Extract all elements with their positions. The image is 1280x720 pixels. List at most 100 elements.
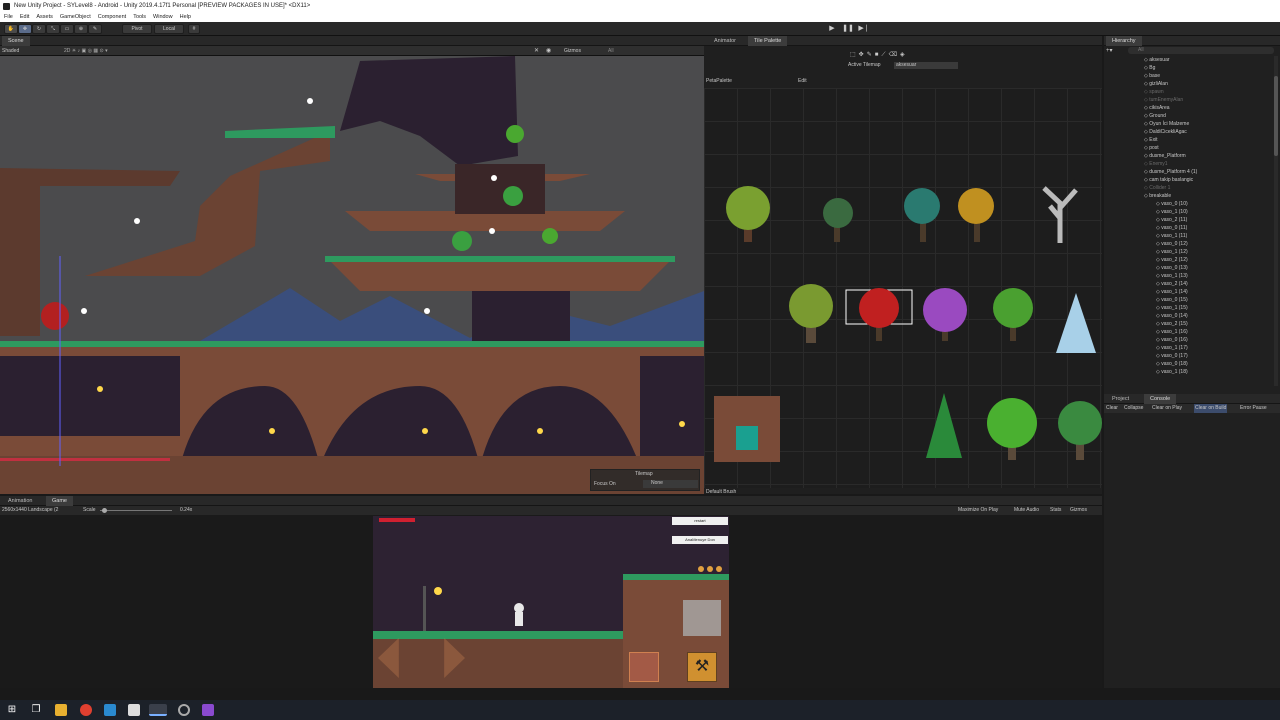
tree-tile[interactable] xyxy=(789,284,833,343)
hierarchy-row[interactable]: ◇ vaso_1 (10) xyxy=(1104,208,1188,216)
restart-button[interactable]: restart xyxy=(672,517,728,525)
tab-project[interactable]: Project xyxy=(1106,394,1135,404)
hierarchy-row[interactable]: ◇ vaso_1 (11) xyxy=(1104,232,1187,240)
hierarchy-row[interactable]: ◇ Collider 1 xyxy=(1104,184,1170,192)
gizmos-dropdown[interactable]: Gizmos xyxy=(564,48,581,54)
tree-tile[interactable] xyxy=(923,288,967,341)
hierarchy-row[interactable]: ◇ DaldiCicekliAgac xyxy=(1104,128,1187,136)
hierarchy-row[interactable]: ◇ Exit xyxy=(1104,136,1158,144)
select-tool-icon[interactable]: ⬚ xyxy=(850,52,859,58)
hierarchy-row[interactable]: ◇ vaso_1 (12) xyxy=(1104,248,1188,256)
hierarchy-row[interactable]: ◇ dusme_Platform xyxy=(1104,152,1186,160)
menu-window[interactable]: Window xyxy=(153,13,173,22)
hierarchy-row[interactable]: ◇ aksesuar xyxy=(1104,56,1170,64)
main-menu-button[interactable]: AnaMenuye Don xyxy=(672,536,728,544)
tree-tile[interactable] xyxy=(904,188,940,242)
menu-tools[interactable]: Tools xyxy=(133,13,146,22)
hierarchy-row[interactable]: ◇ vaso_2 (14) xyxy=(1104,280,1188,288)
rect-tool-icon[interactable]: ▭ xyxy=(60,24,74,34)
tree-tile[interactable] xyxy=(1058,401,1102,460)
jump-button[interactable]: ⚒ xyxy=(687,652,717,682)
menu-help[interactable]: Help xyxy=(180,13,191,22)
scale-tool-icon[interactable]: ⤡ xyxy=(46,24,60,34)
hierarchy-scrollbar[interactable] xyxy=(1274,56,1278,386)
tab-scene[interactable]: Scene xyxy=(2,36,30,46)
fill-icon[interactable]: ◈ xyxy=(900,52,908,58)
task-view-icon[interactable]: ❐ xyxy=(30,704,42,716)
pause-icon[interactable]: ❚❚ xyxy=(841,24,855,34)
tab-console[interactable]: Console xyxy=(1144,394,1177,404)
tree-tile[interactable] xyxy=(987,398,1037,460)
hierarchy-row[interactable]: ◇ vaso_1 (13) xyxy=(1104,272,1188,280)
grid-snap-icon[interactable]: # xyxy=(188,24,200,34)
tab-game[interactable]: Game xyxy=(46,496,73,506)
active-tilemap-dropdown[interactable]: aksesuar xyxy=(894,62,958,69)
focus-on-dropdown[interactable]: None xyxy=(643,480,698,488)
file-explorer-icon[interactable] xyxy=(55,704,67,716)
brush-icon[interactable]: ✎ xyxy=(867,52,875,58)
transform-tool-icon[interactable]: ⊕ xyxy=(74,24,88,34)
hierarchy-row[interactable]: ◇ vaso_0 (18) xyxy=(1104,360,1188,368)
mute-audio-toggle[interactable]: Mute Audio xyxy=(1014,506,1039,515)
hierarchy-search[interactable]: All xyxy=(1128,47,1274,54)
tree-tile[interactable] xyxy=(859,288,899,341)
hierarchy-row[interactable]: ◇ spawn xyxy=(1104,88,1164,96)
hierarchy-row[interactable]: ◇ vaso_0 (13) xyxy=(1104,264,1188,272)
visual-studio-icon[interactable] xyxy=(202,704,214,716)
pivot-toggle[interactable]: Pivot xyxy=(122,24,152,34)
hierarchy-row[interactable]: ◇ breakable xyxy=(1104,192,1171,200)
2d-toggle[interactable]: 2D ☀ ♪ ▣ ◎ ▦ ⊙ ▾ xyxy=(64,48,108,54)
hierarchy-row[interactable]: ◇ Enemy1 xyxy=(1104,160,1168,168)
hierarchy-row[interactable]: ◇ post xyxy=(1104,144,1159,152)
tree-tile[interactable] xyxy=(823,198,853,242)
tree-tile[interactable] xyxy=(1042,186,1078,243)
tools-icon[interactable]: ✕ xyxy=(534,47,539,54)
console-collapse-button[interactable]: Collapse xyxy=(1124,404,1143,413)
shading-mode-dropdown[interactable]: Shaded xyxy=(2,48,19,54)
console-error-pause-button[interactable]: Error Pause xyxy=(1240,404,1267,413)
game-gizmos-dropdown[interactable]: Gizmos xyxy=(1070,506,1087,515)
menu-gameobject[interactable]: GameObject xyxy=(60,13,91,22)
step-icon[interactable]: ▶❘ xyxy=(857,24,871,34)
tree-tile[interactable] xyxy=(993,288,1033,341)
hierarchy-row[interactable]: ◇ vaso_2 (12) xyxy=(1104,256,1188,264)
hierarchy-row[interactable]: ◇ Oyun İci Malzeme xyxy=(1104,120,1189,128)
hierarchy-row[interactable]: ◇ vaso_0 (17) xyxy=(1104,352,1188,360)
scale-slider-thumb[interactable] xyxy=(102,508,107,513)
tab-animation[interactable]: Animation xyxy=(2,496,38,506)
hierarchy-row[interactable]: ◇ base xyxy=(1104,72,1160,80)
palette-name-dropdown[interactable]: PetaPalette xyxy=(706,78,732,84)
chrome-icon[interactable] xyxy=(80,704,92,716)
move-tool-icon[interactable]: ✥ xyxy=(18,24,32,34)
menu-edit[interactable]: Edit xyxy=(20,13,29,22)
tree-tile[interactable] xyxy=(958,188,994,242)
hierarchy-row[interactable]: ◇ dusme_Platform 4 (1) xyxy=(1104,168,1197,176)
stats-toggle[interactable]: Stats xyxy=(1050,506,1061,515)
create-icon[interactable]: +▾ xyxy=(1106,47,1113,54)
tree-tile[interactable] xyxy=(726,186,770,242)
resolution-dropdown[interactable]: 2560x1440 Landscape (2 xyxy=(2,506,58,515)
maximize-on-play-toggle[interactable]: Maximize On Play xyxy=(958,506,998,515)
custom-tool-icon[interactable]: ✎ xyxy=(88,24,102,34)
move-tile-icon[interactable]: ✥ xyxy=(859,52,867,58)
hierarchy-row[interactable]: ◇ vaso_1 (14) xyxy=(1104,288,1188,296)
tree-tile[interactable] xyxy=(1056,293,1096,353)
console-clear-on-build-button[interactable]: Clear on Build xyxy=(1194,404,1228,413)
hierarchy-row[interactable]: ◇ vaso_0 (15) xyxy=(1104,296,1188,304)
hierarchy-row[interactable]: ◇ tumEnemyAlan xyxy=(1104,96,1183,104)
hierarchy-row[interactable]: ◇ vaso_1 (15) xyxy=(1104,304,1188,312)
scale-slider[interactable] xyxy=(100,510,172,511)
game-viewport[interactable]: ⚒ restart AnaMenuye Don xyxy=(373,516,729,688)
camera-icon[interactable]: ◉ xyxy=(546,47,551,54)
hierarchy-row[interactable]: ◇ vaso_0 (11) xyxy=(1104,224,1187,232)
scene-view[interactable]: Tilemap Focus On None xyxy=(0,56,704,494)
picker-icon[interactable]: ⟋ xyxy=(881,52,888,58)
hierarchy-row[interactable]: ◇ vaso_1 (17) xyxy=(1104,344,1188,352)
console-clear-on-play-button[interactable]: Clear on Play xyxy=(1152,404,1182,413)
hand-tool-icon[interactable]: ✋ xyxy=(4,24,18,34)
rotate-tool-icon[interactable]: ↻ xyxy=(32,24,46,34)
hierarchy-row[interactable]: ◇ gizliAlan xyxy=(1104,80,1168,88)
hierarchy-row[interactable]: ◇ vaso_0 (12) xyxy=(1104,240,1188,248)
hierarchy-row[interactable]: ◇ vaso_2 (15) xyxy=(1104,320,1188,328)
tab-tile-palette[interactable]: Tile Palette xyxy=(748,36,788,46)
